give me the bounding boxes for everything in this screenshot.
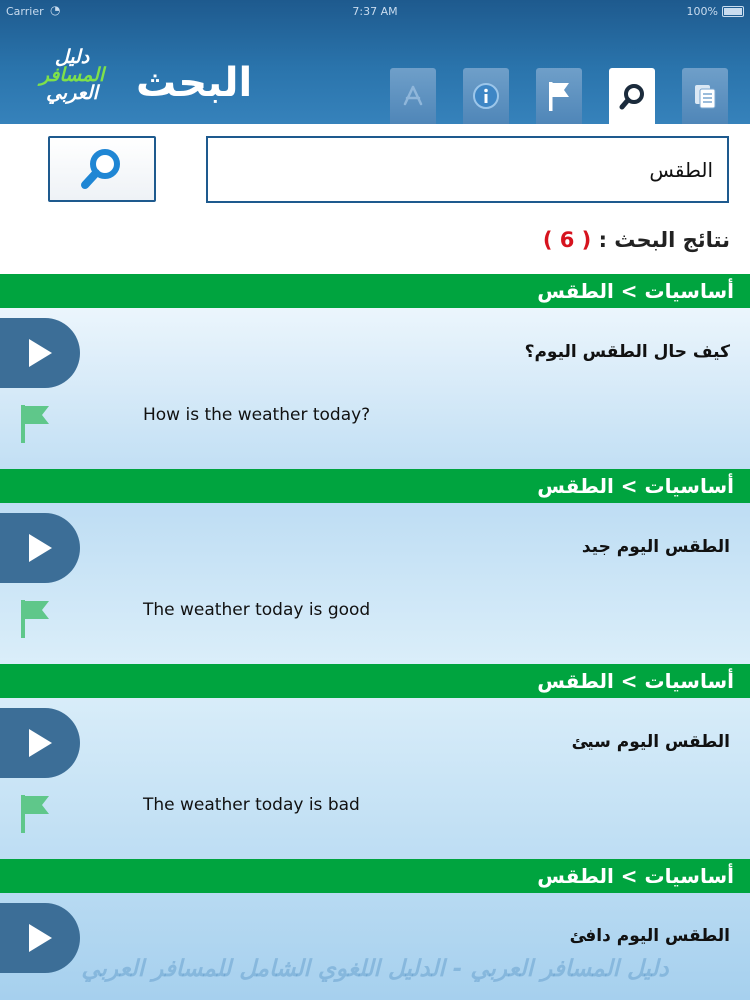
results-heading: نتائج البحث : ( 6 ): [543, 228, 730, 252]
play-icon: [29, 729, 52, 757]
results-count: ( 6 ): [542, 228, 592, 252]
results-label: نتائج البحث :: [598, 228, 730, 252]
play-audio-button[interactable]: [0, 708, 80, 778]
breadcrumb-separator: >: [620, 279, 638, 303]
info-icon: [473, 83, 499, 109]
english-translation: The weather today is good: [143, 600, 371, 620]
tab-app-store[interactable]: [390, 68, 436, 124]
breadcrumb-separator: >: [620, 864, 638, 888]
favorite-flag-icon[interactable]: [18, 792, 52, 836]
subcategory-label: الطقس: [537, 864, 614, 888]
breadcrumb-separator: >: [620, 669, 638, 693]
tab-search[interactable]: [609, 68, 655, 124]
footer-watermark: دليل المسافر العربي - الدليل اللغوي الشا…: [81, 956, 669, 982]
category-header: أساسيات > الطقس: [0, 469, 750, 503]
page-title: البحث: [136, 60, 253, 106]
play-icon: [29, 339, 52, 367]
category-label: أساسيات: [644, 279, 734, 303]
flag-icon: [549, 82, 569, 111]
breadcrumb-separator: >: [620, 474, 638, 498]
app-logo: دليل المسافر العربي: [26, 48, 118, 110]
status-bar: Carrier ◔ 7:37 AM 100%: [0, 0, 750, 22]
play-audio-button[interactable]: [0, 513, 80, 583]
category-header: أساسيات > الطقس: [0, 664, 750, 698]
category-header: أساسيات > الطقس: [0, 859, 750, 893]
category-header: أساسيات > الطقس: [0, 274, 750, 308]
favorite-flag-icon[interactable]: [18, 402, 52, 446]
play-icon: [29, 924, 52, 952]
tab-pages[interactable]: [682, 68, 728, 124]
pages-icon: [695, 85, 716, 109]
app-header: Carrier ◔ 7:37 AM 100% دليل المسافر العر…: [0, 0, 750, 124]
category-label: أساسيات: [644, 864, 734, 888]
subcategory-label: الطقس: [537, 279, 614, 303]
tab-favorites[interactable]: [536, 68, 582, 124]
arabic-phrase: الطقس اليوم سيئ: [571, 732, 730, 752]
app-store-icon: [403, 85, 423, 106]
category-label: أساسيات: [644, 669, 734, 693]
search-input[interactable]: [206, 136, 729, 203]
arabic-phrase: كيف حال الطقس اليوم؟: [524, 342, 730, 362]
favorite-flag-icon[interactable]: [18, 597, 52, 641]
logo-line-3: العربي: [46, 82, 98, 104]
subcategory-label: الطقس: [537, 669, 614, 693]
subcategory-label: الطقس: [537, 474, 614, 498]
battery-percent: 100%: [686, 5, 718, 18]
category-label: أساسيات: [644, 474, 734, 498]
english-translation: How is the weather today?: [143, 405, 371, 425]
clock: 7:37 AM: [352, 5, 398, 18]
search-icon: [81, 149, 120, 189]
battery-icon: [722, 6, 744, 17]
arabic-phrase: الطقس اليوم جيد: [581, 537, 730, 557]
english-translation: The weather today is bad: [143, 795, 360, 815]
search-button[interactable]: [48, 136, 156, 202]
play-icon: [29, 534, 52, 562]
tab-info[interactable]: [463, 68, 509, 124]
results-list: أساسيات > الطقس كيف حال الطقس اليوم؟ How…: [0, 274, 750, 1000]
arabic-phrase: الطقس اليوم دافئ: [569, 926, 730, 946]
search-icon: [619, 84, 644, 110]
play-audio-button[interactable]: [0, 318, 80, 388]
